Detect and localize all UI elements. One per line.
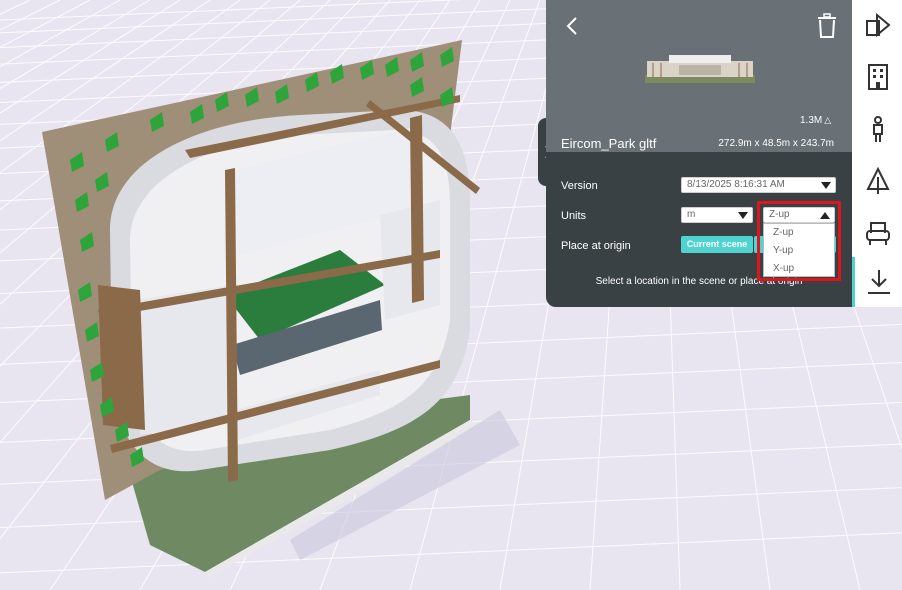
person-icon: [873, 116, 883, 142]
shapes-tool[interactable]: [852, 0, 902, 50]
building-icon: [868, 64, 888, 90]
version-label: Version: [561, 180, 598, 192]
current-scene-button[interactable]: Current scene: [681, 236, 753, 253]
units-select[interactable]: m: [681, 207, 753, 223]
chevron-down-icon: [738, 212, 748, 219]
trash-icon: [818, 13, 836, 38]
tree-icon: [866, 167, 890, 194]
delete-button[interactable]: [816, 13, 838, 39]
building-tool[interactable]: [852, 52, 902, 102]
person-tool[interactable]: [852, 104, 902, 154]
version-value: 8/13/2025 8:16:31 AM: [687, 179, 785, 190]
model-name: Eircom_Park gltf: [561, 136, 657, 151]
place-at-origin-label: Place at origin: [561, 240, 631, 252]
tree-tool[interactable]: [852, 156, 902, 206]
shapes-icon: [866, 12, 891, 38]
version-select[interactable]: 8/13/2025 8:16:31 AM: [681, 177, 836, 193]
units-label: Units: [561, 210, 587, 222]
right-toolbar: [852, 0, 902, 307]
furniture-tool[interactable]: [852, 208, 902, 258]
armchair-icon: [866, 222, 890, 245]
import-tool[interactable]: [852, 257, 902, 307]
model-file-size: 1.3M △: [800, 115, 832, 126]
triangle-icon: △: [824, 115, 832, 125]
download-icon: [868, 270, 890, 294]
chevron-down-icon: [821, 182, 831, 189]
model-thumbnail: [639, 51, 761, 85]
units-value: m: [687, 209, 696, 220]
model-dimensions: 272.9m x 48.5m x 243.7m: [718, 138, 834, 149]
highlight-box: [757, 201, 841, 281]
chevron-left-icon: [566, 17, 577, 35]
back-button[interactable]: [562, 14, 584, 38]
